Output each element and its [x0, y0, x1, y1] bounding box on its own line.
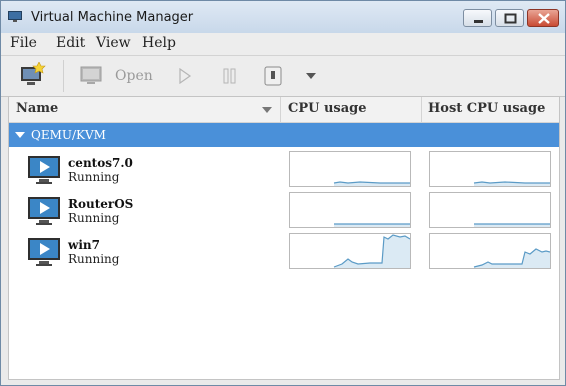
close-button[interactable] [527, 9, 559, 27]
menu-bar: File Edit View Help [1, 33, 565, 55]
expander-chevron-down-icon[interactable] [14, 131, 26, 139]
connection-row[interactable]: QEMU/KVM [9, 123, 559, 147]
monitor-icon [8, 11, 22, 22]
cpu-usage-graph [289, 192, 411, 228]
vm-running-icon [28, 197, 60, 225]
toolbar-separator [63, 60, 64, 92]
vm-status: Running [68, 170, 120, 184]
host-cpu-usage-graph [429, 233, 551, 269]
sort-chevron-down-icon[interactable] [261, 106, 273, 114]
header-divider [280, 97, 281, 122]
vm-running-icon [28, 238, 60, 266]
vm-status: Running [68, 252, 120, 266]
vm-row-win7[interactable]: win7 Running [9, 232, 559, 272]
column-host-cpu-usage[interactable]: Host CPU usage [428, 101, 545, 116]
host-cpu-usage-graph [429, 151, 551, 187]
run-icon[interactable] [177, 68, 193, 84]
main-window: Virtual Machine Manager File Edit View H… [0, 0, 566, 386]
menu-file[interactable]: File [10, 35, 37, 51]
vm-status: Running [68, 211, 120, 225]
new-vm-icon[interactable] [19, 62, 47, 88]
vm-list[interactable]: Name CPU usage Host CPU usage QEMU/KVM c… [8, 96, 560, 380]
vm-name: centos7.0 [68, 156, 133, 170]
column-cpu-usage[interactable]: CPU usage [288, 101, 367, 116]
cpu-usage-graph [289, 233, 411, 269]
connection-label: QEMU/KVM [31, 128, 106, 142]
shutdown-menu-chevron-down-icon[interactable] [305, 72, 317, 80]
cpu-usage-graph [289, 151, 411, 187]
window-title: Virtual Machine Manager [31, 10, 194, 25]
open-button[interactable]: Open [115, 68, 153, 84]
pause-icon[interactable] [222, 68, 238, 84]
vm-row-centos7[interactable]: centos7.0 Running [9, 150, 559, 190]
menu-edit[interactable]: Edit [56, 35, 85, 51]
minimize-button[interactable] [463, 9, 492, 27]
list-header: Name CPU usage Host CPU usage [9, 97, 559, 123]
toolbar: Open [1, 55, 565, 97]
maximize-icon [504, 13, 517, 24]
title-bar[interactable]: Virtual Machine Manager [1, 1, 565, 33]
column-name[interactable]: Name [16, 101, 58, 116]
minimize-icon [474, 20, 483, 23]
vm-running-icon [28, 156, 60, 184]
open-console-icon[interactable] [80, 66, 104, 86]
host-cpu-usage-graph [429, 192, 551, 228]
vm-name: win7 [68, 238, 100, 252]
vm-name: RouterOS [68, 197, 134, 211]
menu-help[interactable]: Help [142, 35, 176, 51]
vm-row-routeros[interactable]: RouterOS Running [9, 191, 559, 231]
close-icon [538, 13, 550, 24]
menu-view[interactable]: View [96, 35, 131, 51]
shutdown-icon[interactable] [264, 66, 282, 86]
maximize-button[interactable] [495, 9, 524, 27]
header-divider [421, 97, 422, 122]
